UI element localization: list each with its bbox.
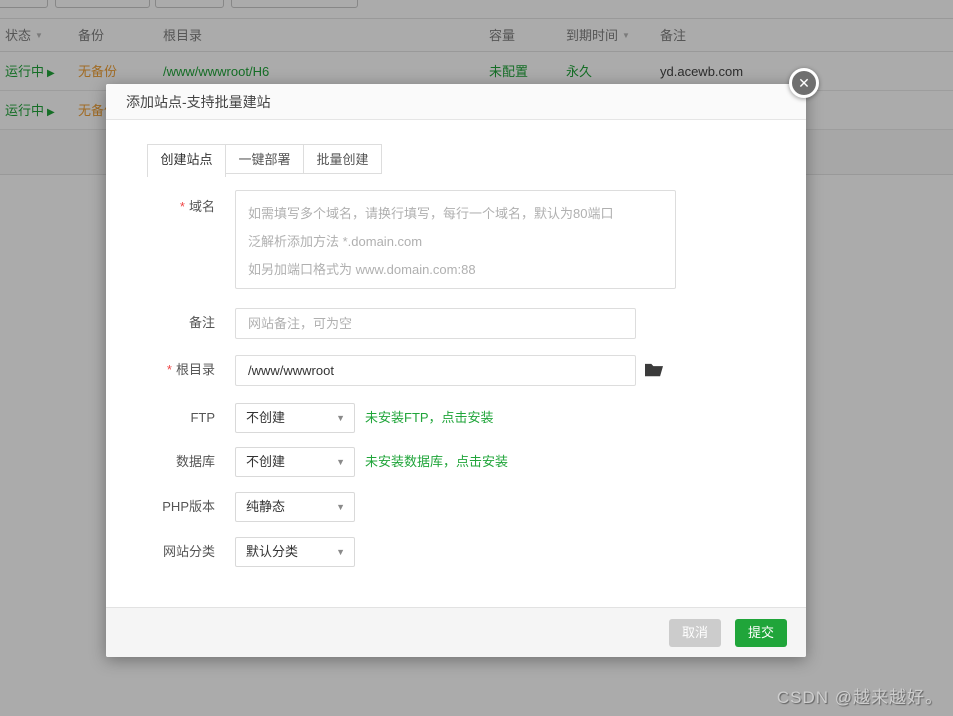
tab-create-site[interactable]: 创建站点 bbox=[147, 144, 226, 177]
modal-title: 添加站点-支持批量建站 bbox=[126, 94, 271, 110]
tab-batch-create[interactable]: 批量创建 bbox=[303, 144, 382, 174]
domain-input[interactable] bbox=[235, 190, 676, 289]
modal-footer: 取消 提交 bbox=[106, 607, 806, 657]
chevron-down-icon: ▼ bbox=[336, 547, 345, 557]
note-label: 备注 bbox=[188, 315, 215, 330]
modal-header: 添加站点-支持批量建站 bbox=[106, 84, 806, 120]
domain-label: * 域名 bbox=[179, 199, 215, 214]
add-site-modal: 添加站点-支持批量建站 ✕ 创建站点 一键部署 批量创建 * 域名 如需填写多个域… bbox=[106, 68, 819, 657]
chevron-down-icon: ▼ bbox=[336, 502, 345, 512]
ftp-install-hint[interactable]: 未安装FTP，点击安装 bbox=[365, 403, 494, 433]
folder-icon[interactable] bbox=[645, 361, 663, 379]
root-label: * 根目录 bbox=[166, 362, 215, 377]
ftp-select[interactable]: 不创建 ▼ bbox=[235, 403, 355, 433]
csdn-watermark: CSDN @越来越好。 bbox=[776, 688, 943, 707]
required-mark: * bbox=[166, 362, 172, 377]
chevron-down-icon: ▼ bbox=[336, 457, 345, 467]
close-icon[interactable]: ✕ bbox=[789, 68, 819, 98]
note-input[interactable] bbox=[235, 308, 636, 339]
database-select[interactable]: 不创建 ▼ bbox=[235, 447, 355, 477]
cancel-button[interactable]: 取消 bbox=[668, 619, 721, 647]
modal-tabs: 创建站点 一键部署 批量创建 bbox=[147, 144, 382, 177]
tab-one-click-deploy[interactable]: 一键部署 bbox=[225, 144, 304, 174]
submit-button[interactable]: 提交 bbox=[734, 619, 787, 647]
database-label: 数据库 bbox=[175, 454, 215, 469]
ftp-label: FTP bbox=[190, 410, 215, 425]
site-category-select[interactable]: 默认分类 ▼ bbox=[235, 537, 355, 567]
php-version-label: PHP版本 bbox=[162, 499, 215, 514]
chevron-down-icon: ▼ bbox=[336, 413, 345, 423]
database-install-hint[interactable]: 未安装数据库，点击安装 bbox=[365, 447, 508, 477]
php-version-select[interactable]: 纯静态 ▼ bbox=[235, 492, 355, 522]
required-mark: * bbox=[179, 199, 185, 214]
root-input[interactable] bbox=[235, 355, 636, 386]
site-category-label: 网站分类 bbox=[162, 544, 215, 559]
